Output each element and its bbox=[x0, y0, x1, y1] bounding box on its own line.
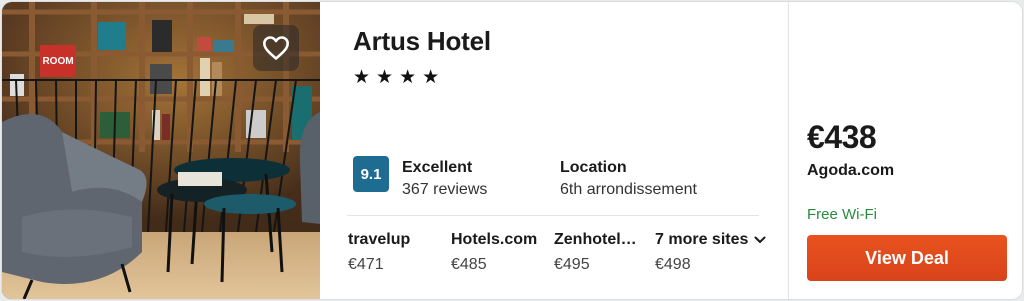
hotel-name[interactable]: Artus Hotel bbox=[353, 26, 491, 57]
partner-name: travelup bbox=[348, 231, 411, 248]
divider bbox=[347, 215, 759, 216]
partner-offer-travelup[interactable]: travelup €471 bbox=[348, 231, 446, 274]
rating-score-badge: 9.1 bbox=[353, 156, 389, 192]
more-sites-price: €498 bbox=[655, 256, 691, 274]
star-rating: ★ ★ ★ ★ bbox=[353, 68, 439, 88]
hotel-photo[interactable]: ROOM bbox=[2, 2, 320, 299]
heart-icon bbox=[263, 36, 289, 60]
location-label: Location bbox=[560, 159, 627, 176]
deal-provider: Agoda.com bbox=[807, 162, 895, 179]
location-value: 6th arrondissement bbox=[560, 181, 697, 198]
star-icon: ★ bbox=[376, 67, 394, 88]
hotel-info: Artus Hotel ★ ★ ★ ★ 9.1 Excellent 367 revie… bbox=[320, 2, 788, 299]
amenity-free-wifi: Free Wi-Fi bbox=[807, 206, 877, 223]
star-icon: ★ bbox=[399, 67, 417, 88]
partner-name: Zenhotel… bbox=[554, 231, 637, 248]
partner-offer-zenhotels[interactable]: Zenhotel… €495 bbox=[554, 231, 646, 274]
more-sites-button[interactable]: 7 more sites €498 bbox=[655, 231, 766, 274]
room-sign-text: ROOM bbox=[42, 56, 73, 67]
partner-price: €485 bbox=[451, 256, 487, 273]
review-count[interactable]: 367 reviews bbox=[402, 181, 487, 199]
favorite-button[interactable] bbox=[253, 25, 299, 71]
hotel-result-card[interactable]: ROOM Artus Hotel ★ ★ ★ ★ 9.1 Excellent 3… bbox=[2, 2, 1022, 299]
rating-label: Excellent bbox=[402, 159, 473, 176]
partner-price: €471 bbox=[348, 256, 384, 273]
partner-name: Hotels.com bbox=[451, 231, 538, 248]
partner-price: €495 bbox=[554, 256, 590, 273]
star-icon: ★ bbox=[353, 67, 371, 88]
view-deal-button[interactable]: View Deal bbox=[807, 235, 1007, 281]
chevron-down-icon bbox=[754, 231, 766, 249]
best-deal-panel: €438 Agoda.com Free Wi-Fi View Deal bbox=[788, 2, 1022, 299]
deal-price[interactable]: €438 bbox=[807, 119, 877, 156]
more-sites-label: 7 more sites bbox=[655, 231, 749, 249]
partner-offer-hotels-com[interactable]: Hotels.com €485 bbox=[451, 231, 549, 274]
star-icon: ★ bbox=[422, 67, 440, 88]
